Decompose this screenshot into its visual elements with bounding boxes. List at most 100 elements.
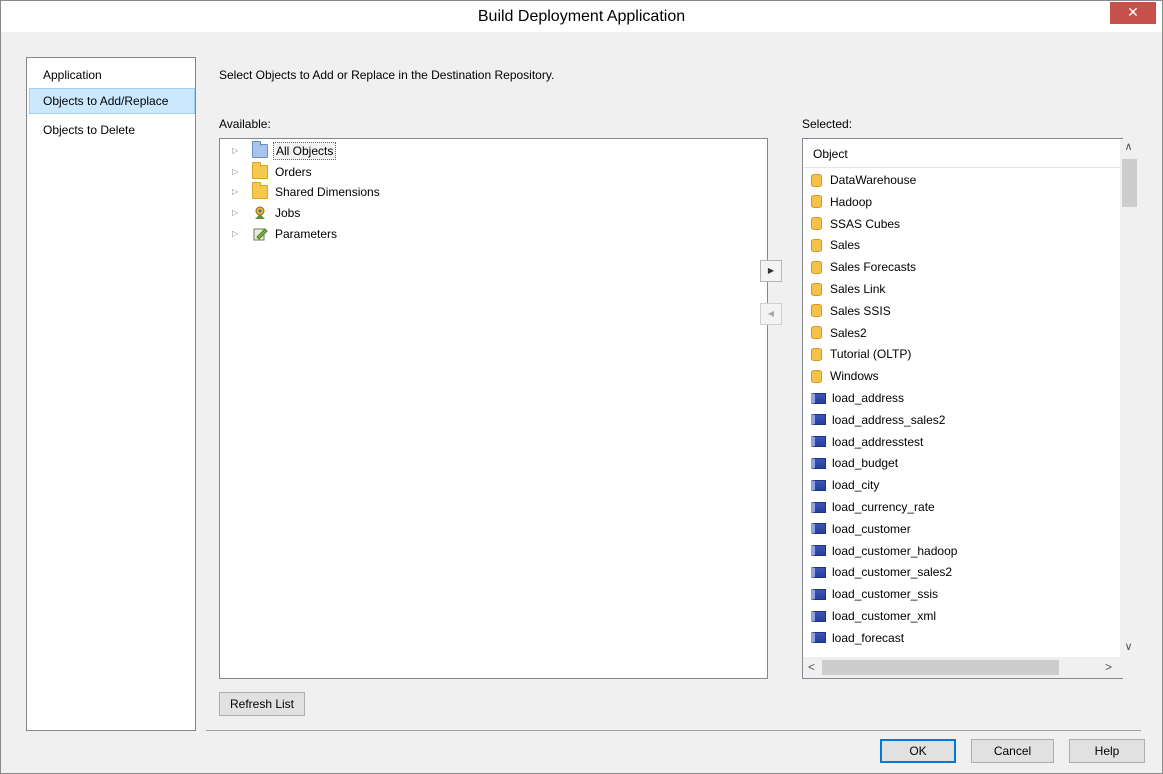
list-item[interactable]: Sales SSIS (811, 300, 891, 322)
database-icon (811, 217, 822, 231)
list-item[interactable]: load_customer (811, 518, 911, 540)
tree-item-all-objects[interactable]: ▷ All Objects (232, 141, 337, 161)
list-item[interactable]: DataWarehouse (811, 169, 916, 191)
list-item-label: Sales Link (830, 282, 886, 296)
list-item-label: Windows (830, 369, 879, 384)
list-item[interactable]: Sales2 (811, 322, 867, 344)
list-item-label: load_city (832, 478, 880, 493)
list-item[interactable]: load_customer_xml (811, 605, 936, 627)
table-icon (811, 566, 826, 578)
list-item-label: Hadoop (830, 194, 873, 209)
folder-icon (252, 182, 268, 199)
expand-arrow-icon[interactable]: ▷ (232, 146, 242, 156)
list-item[interactable]: load_customer_hadoop (811, 540, 957, 562)
list-item[interactable]: load_forecast (811, 627, 904, 649)
list-item[interactable]: Sales (811, 234, 860, 256)
selected-label: Selected: (802, 117, 853, 131)
cancel-button[interactable]: Cancel (971, 739, 1054, 763)
list-item-label: Tutorial (OLTP) (830, 347, 912, 362)
list-item[interactable]: Sales Link (811, 278, 885, 300)
table-icon (811, 436, 826, 448)
available-tree[interactable]: ▷ All Objects ▷ Orders ▷ Shared Dimensio… (219, 138, 768, 679)
database-icon (811, 304, 822, 318)
tree-item-orders[interactable]: ▷ Orders (232, 162, 314, 182)
tree-item-label: All Objects (273, 142, 337, 160)
table-icon (811, 501, 826, 513)
horizontal-scrollbar[interactable]: < > (803, 657, 1120, 678)
list-item-label: load_addresstest (832, 434, 924, 449)
list-item-label: load_customer_ssis (832, 587, 939, 602)
tree-item-label: Shared Dimensions (275, 185, 380, 199)
close-button[interactable]: ✕ (1110, 2, 1156, 24)
selected-list[interactable]: Object DataWarehouse Hadoop SSAS Cubes Sale… (802, 138, 1123, 679)
scroll-right-icon[interactable]: > (1100, 657, 1117, 678)
database-icon (811, 326, 822, 340)
list-item-label: load_address_sales2 (832, 412, 946, 427)
database-icon (811, 347, 822, 361)
help-button[interactable]: Help (1069, 739, 1145, 763)
database-icon (811, 369, 822, 383)
refresh-list-button[interactable]: Refresh List (219, 692, 305, 716)
add-to-selected-button[interactable]: ▶ (760, 260, 782, 282)
vertical-scrollbar[interactable]: ∧ ∨ (1120, 139, 1137, 657)
list-item-label: load_customer_sales2 (832, 565, 953, 580)
list-item[interactable]: load_customer_sales2 (811, 561, 952, 583)
list-item-label: load_currency_rate (832, 500, 935, 514)
list-item[interactable]: Windows (811, 365, 879, 387)
database-icon (811, 282, 822, 296)
available-label: Available: (219, 117, 271, 131)
arrow-right-icon: ▶ (767, 266, 775, 275)
expand-arrow-icon[interactable]: ▷ (232, 187, 242, 197)
list-item-label: load_budget (832, 456, 899, 471)
ok-button[interactable]: OK (880, 739, 956, 763)
list-item-label: Sales Forecasts (830, 260, 917, 275)
table-icon (811, 610, 826, 622)
scroll-up-icon[interactable]: ∧ (1120, 139, 1137, 156)
tree-item-label: Orders (275, 165, 312, 179)
table-icon (811, 523, 826, 535)
list-item[interactable]: load_budget (811, 452, 898, 474)
nav-item-objects-to-add-replace[interactable]: Objects to Add/Replace (29, 88, 195, 114)
tree-item-shared-dimensions[interactable]: ▷ Shared Dimensions (232, 182, 382, 202)
tree-item-label: Parameters (275, 227, 338, 241)
nav-item-objects-to-delete[interactable]: Objects to Delete (29, 117, 195, 143)
scroll-down-icon[interactable]: ∨ (1120, 639, 1137, 656)
list-item[interactable]: Sales Forecasts (811, 256, 916, 278)
list-item[interactable]: load_address (811, 387, 904, 409)
list-item-label: load_customer_xml (832, 609, 937, 623)
list-item[interactable]: Tutorial (OLTP) (811, 343, 911, 365)
list-item-label: load_address (832, 391, 905, 405)
expand-arrow-icon[interactable]: ▷ (232, 208, 242, 218)
arrow-left-icon: ◀ (767, 309, 775, 318)
list-item[interactable]: load_city (811, 474, 879, 496)
list-item[interactable]: SSAS Cubes (811, 213, 900, 235)
list-item-label: Sales SSIS (830, 303, 891, 318)
expand-arrow-icon[interactable]: ▷ (232, 229, 242, 239)
list-item-label: SSAS Cubes (830, 216, 901, 231)
table-icon (811, 479, 826, 491)
list-item[interactable]: load_currency_rate (811, 496, 935, 518)
instruction-text: Select Objects to Add or Replace in the … (219, 68, 555, 82)
scroll-left-icon[interactable]: < (803, 657, 820, 678)
jobs-icon (252, 206, 268, 220)
list-item-label: load_customer (832, 521, 911, 536)
separator (206, 730, 1141, 731)
tree-item-jobs[interactable]: ▷ Jobs (232, 203, 302, 223)
list-item-label: DataWarehouse (830, 173, 917, 187)
list-item[interactable]: load_addresstest (811, 431, 923, 453)
list-item[interactable]: Hadoop (811, 191, 872, 213)
expand-arrow-icon[interactable]: ▷ (232, 167, 242, 177)
scrollbar-thumb[interactable] (1122, 159, 1137, 207)
list-item-label: load_forecast (832, 630, 905, 645)
table-icon (811, 414, 826, 426)
table-icon (811, 457, 826, 469)
scrollbar-thumb[interactable] (822, 660, 1059, 675)
remove-from-selected-button[interactable]: ◀ (760, 303, 782, 325)
database-icon (811, 238, 822, 252)
tree-item-parameters[interactable]: ▷ Parameters (232, 224, 339, 244)
list-item[interactable]: load_address_sales2 (811, 409, 945, 431)
column-header-object[interactable]: Object (804, 140, 1122, 168)
nav-item-application[interactable]: Application (29, 62, 195, 88)
list-item[interactable]: load_customer_ssis (811, 583, 938, 605)
table-icon (811, 588, 826, 600)
